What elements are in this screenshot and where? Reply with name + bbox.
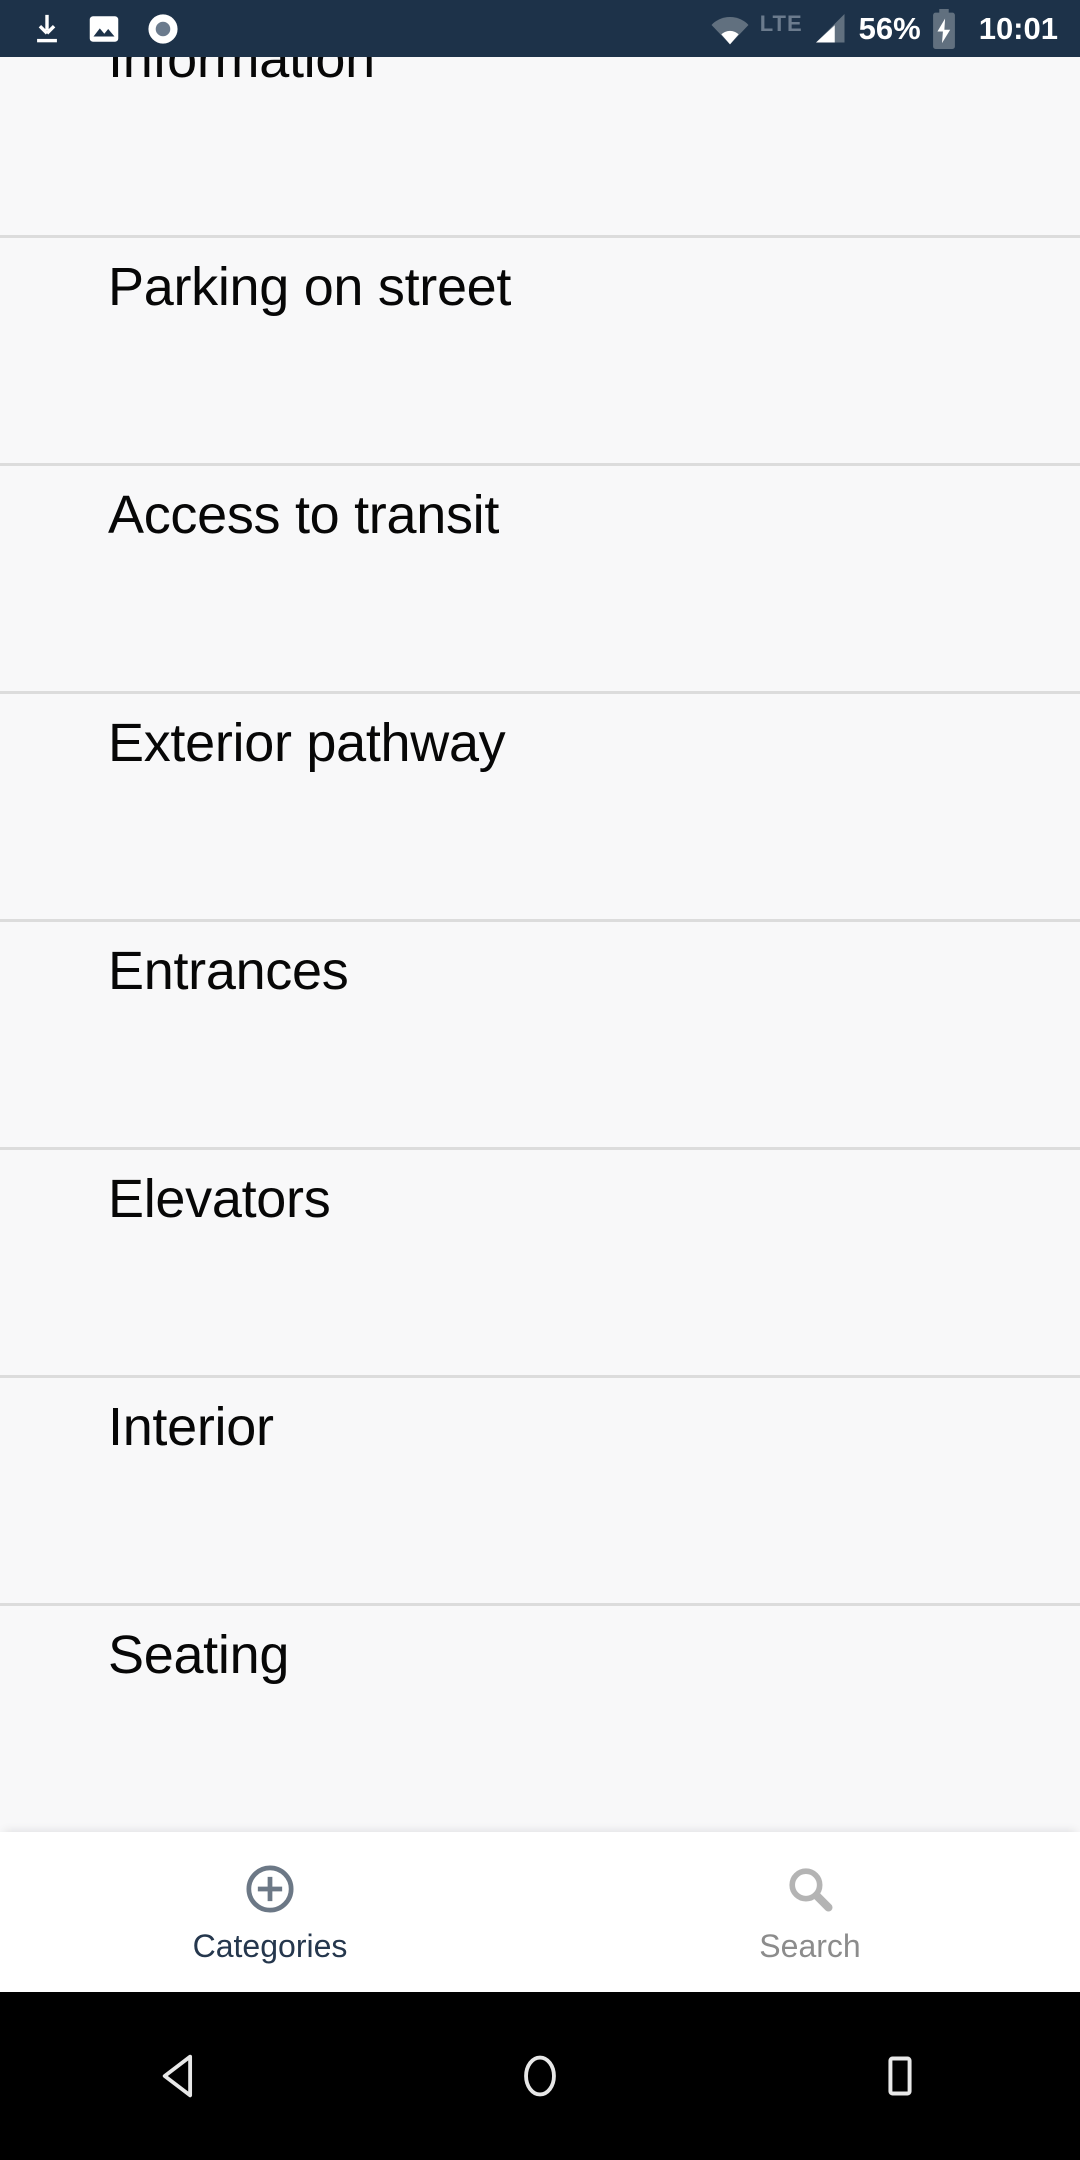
home-button[interactable]	[360, 1992, 720, 2160]
status-bar-right-icons: LTE 56% 10:01	[710, 8, 1058, 49]
search-icon	[789, 1868, 833, 1912]
signal-bars-icon	[815, 13, 845, 42]
plus-circle-icon	[246, 1865, 294, 1913]
status-bar-left-icons	[30, 10, 182, 48]
bottom-tab-bar: Categories Search	[0, 1832, 1080, 1992]
tab-search[interactable]: Search	[540, 1832, 1080, 1992]
list-item[interactable]: Entrances	[0, 922, 1080, 1150]
image-icon	[89, 15, 119, 42]
list-item[interactable]: Information	[0, 57, 1080, 238]
battery-charging-icon	[932, 8, 955, 49]
list-item[interactable]: Interior	[0, 1378, 1080, 1606]
triangle-back-icon	[162, 2054, 193, 2098]
network-type-label: LTE	[759, 10, 803, 36]
clock-label: 10:01	[978, 11, 1058, 46]
record-icon	[148, 13, 178, 44]
list-item-label: Seating	[108, 1625, 290, 1685]
list-item-label: Information	[108, 57, 375, 89]
list-item[interactable]: Exterior pathway	[0, 694, 1080, 922]
tab-categories[interactable]: Categories	[0, 1832, 540, 1992]
back-button[interactable]	[0, 1992, 360, 2160]
status-bar: LTE 56% 10:01	[0, 0, 1080, 57]
circle-home-icon	[524, 2055, 556, 2097]
list-item[interactable]: Parking on street	[0, 238, 1080, 466]
list-item-label: Exterior pathway	[108, 713, 506, 773]
phone-screen: LTE 56% 10:01 Information Parking on str…	[0, 0, 1080, 2160]
square-recents-icon	[888, 2056, 912, 2096]
list-item-label: Parking on street	[108, 257, 512, 317]
battery-percent-label: 56%	[858, 11, 921, 46]
android-nav-bar	[0, 1992, 1080, 2160]
list-item-label: Interior	[108, 1397, 274, 1457]
list-item[interactable]: Seating	[0, 1606, 1080, 1832]
tab-search-label: Search	[759, 1928, 861, 1964]
wifi-icon	[711, 16, 749, 44]
category-list[interactable]: Information Parking on street Access to …	[0, 57, 1080, 1832]
list-item-label: Elevators	[108, 1169, 331, 1229]
list-item[interactable]: Access to transit	[0, 466, 1080, 694]
list-item-label: Access to transit	[108, 485, 500, 545]
tab-categories-label: Categories	[192, 1928, 348, 1964]
recents-button[interactable]	[720, 1992, 1080, 2160]
list-item[interactable]: Elevators	[0, 1150, 1080, 1378]
download-icon	[37, 14, 57, 42]
list-item-label: Entrances	[108, 941, 349, 1001]
